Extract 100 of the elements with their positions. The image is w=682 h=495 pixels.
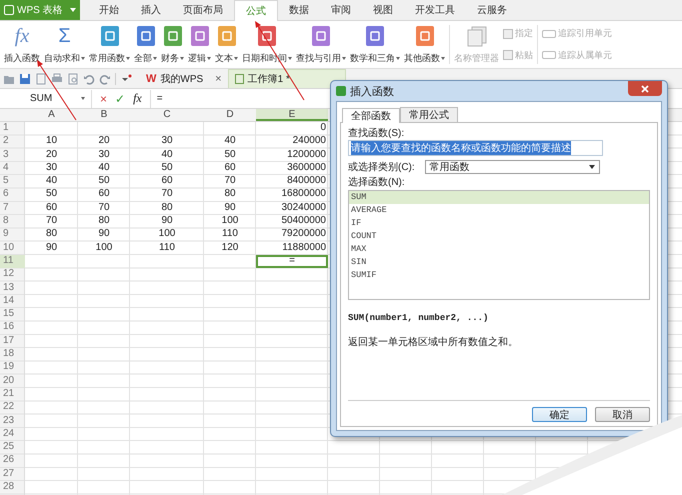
menu-tab[interactable]: 公式: [234, 0, 278, 21]
table-cell-text: 40: [223, 135, 237, 148]
row-number[interactable]: 18: [0, 348, 25, 362]
table-cell-text: 80: [97, 215, 111, 228]
redo-icon[interactable]: [99, 72, 111, 84]
function-item[interactable]: IF: [349, 217, 649, 230]
row-number[interactable]: 10: [0, 242, 25, 255]
function-item[interactable]: SUM: [349, 191, 649, 204]
row-number[interactable]: 27: [0, 468, 25, 482]
ribbon-button[interactable]: 查找与引用: [294, 21, 348, 68]
row-number[interactable]: 21: [0, 388, 25, 402]
menu-tab[interactable]: 数据: [278, 0, 320, 20]
trace-icon: [542, 30, 556, 38]
row-number[interactable]: 11: [0, 254, 25, 268]
row-number[interactable]: 23: [0, 414, 25, 428]
row-number[interactable]: 15: [0, 308, 25, 322]
ribbon-button[interactable]: 文本: [213, 21, 240, 68]
dialog-button[interactable]: 确定: [532, 407, 587, 422]
row-number[interactable]: 19: [0, 361, 25, 375]
ribbon-button[interactable]: 常用函数: [87, 21, 132, 68]
function-item[interactable]: AVERAGE: [349, 204, 649, 217]
table-cell-text: 70: [44, 215, 58, 228]
preview-icon[interactable]: [67, 72, 79, 84]
print-icon[interactable]: [51, 72, 63, 84]
field-label: 或选择类别(C):: [348, 160, 415, 174]
row-number[interactable]: 17: [0, 334, 25, 348]
column-header[interactable]: D: [204, 109, 256, 121]
menu-tab[interactable]: 开发工具: [404, 0, 466, 20]
row-number[interactable]: 2: [0, 135, 25, 149]
table-cell-text: 100: [158, 228, 176, 242]
undo-icon[interactable]: [83, 72, 95, 84]
table-cell-text: 50400000: [280, 215, 327, 228]
row-number[interactable]: 14: [0, 294, 25, 308]
row-number[interactable]: 8: [0, 215, 25, 228]
function-item[interactable]: SIN: [349, 256, 649, 269]
menu-tab[interactable]: 页面布局: [172, 0, 234, 20]
table-cell-text: 40: [160, 148, 174, 162]
column-header[interactable]: A: [25, 109, 78, 121]
table-cell-text: 70: [160, 188, 174, 202]
category-dropdown[interactable]: 常用函数: [424, 160, 600, 174]
function-icon[interactable]: fx: [133, 91, 142, 106]
tab-label: 我的WPS: [160, 72, 204, 86]
menu-tab[interactable]: 开始: [88, 0, 130, 20]
row-number[interactable]: 28: [0, 481, 25, 494]
table-cell-text: 90: [160, 215, 174, 228]
function-item[interactable]: COUNT: [349, 230, 649, 243]
function-item[interactable]: MAX: [349, 243, 649, 256]
table-cell-text: 79200000: [280, 228, 327, 242]
menu-tab[interactable]: 插入: [130, 0, 172, 20]
dialog-tab[interactable]: 常用公式: [400, 107, 458, 122]
row-number[interactable]: 9: [0, 228, 25, 242]
row-number[interactable]: 24: [0, 428, 25, 442]
row-number[interactable]: 13: [0, 282, 25, 295]
column-header[interactable]: C: [130, 109, 204, 121]
table-cell-text: 70: [97, 202, 111, 215]
row-number[interactable]: 26: [0, 454, 25, 468]
ribbon-button[interactable]: 全部: [132, 21, 159, 68]
table-cell-text: 20: [97, 135, 111, 148]
table-cell-text: 10: [44, 135, 58, 148]
close-button[interactable]: [628, 81, 662, 96]
row-number[interactable]: 4: [0, 162, 25, 176]
table-cell-text: 100: [220, 215, 240, 228]
column-header[interactable]: B: [78, 109, 130, 121]
row-number[interactable]: 20: [0, 374, 25, 388]
cancel-icon[interactable]: ×: [100, 92, 108, 106]
row-number[interactable]: 5: [0, 175, 25, 188]
export-icon[interactable]: [35, 72, 47, 84]
function-item[interactable]: SUMIF: [349, 269, 649, 282]
field-label: 查找函数(S):: [348, 127, 406, 140]
ribbon-button[interactable]: 数学和三角: [348, 21, 402, 68]
ribbon-button[interactable]: 财务: [159, 21, 186, 68]
search-field[interactable]: 请输入您要查找的函数名称或函数功能的简要描述: [348, 140, 603, 156]
name-box[interactable]: SUM: [0, 90, 92, 108]
dialog-button[interactable]: 取消: [595, 407, 650, 422]
document-tab[interactable]: W 我的WPS ×: [140, 69, 228, 88]
table-cell-text: 30: [97, 148, 111, 162]
dialog-tab[interactable]: 全部函数: [342, 108, 400, 123]
logo-icon: W: [146, 72, 156, 84]
table-cell-text: 110: [158, 242, 176, 255]
menu-tab[interactable]: 审阅: [320, 0, 362, 20]
save-icon[interactable]: [19, 72, 31, 84]
row-number[interactable]: 3: [0, 148, 25, 162]
app-menu-button[interactable]: WPS 表格: [0, 0, 80, 20]
close-icon: [641, 84, 649, 92]
close-icon[interactable]: ×: [215, 72, 222, 84]
row-number[interactable]: 1: [0, 122, 25, 136]
column-header[interactable]: E: [256, 109, 328, 121]
row-number[interactable]: 7: [0, 202, 25, 216]
row-number[interactable]: 25: [0, 441, 25, 454]
row-number[interactable]: 22: [0, 401, 25, 415]
table-cell-text: 90: [97, 228, 111, 242]
row-number[interactable]: 6: [0, 188, 25, 202]
ribbon-button[interactable]: fx 插入函数: [2, 21, 42, 68]
menu-tab[interactable]: 视图: [362, 0, 404, 20]
ribbon-button[interactable]: 其他函数: [402, 21, 447, 68]
row-number[interactable]: 16: [0, 321, 25, 335]
row-number[interactable]: 12: [0, 268, 25, 282]
menu-tab[interactable]: 云服务: [466, 0, 518, 20]
ribbon-button[interactable]: 逻辑: [186, 21, 213, 68]
ribbon-button[interactable]: 日期和时间: [240, 21, 294, 68]
